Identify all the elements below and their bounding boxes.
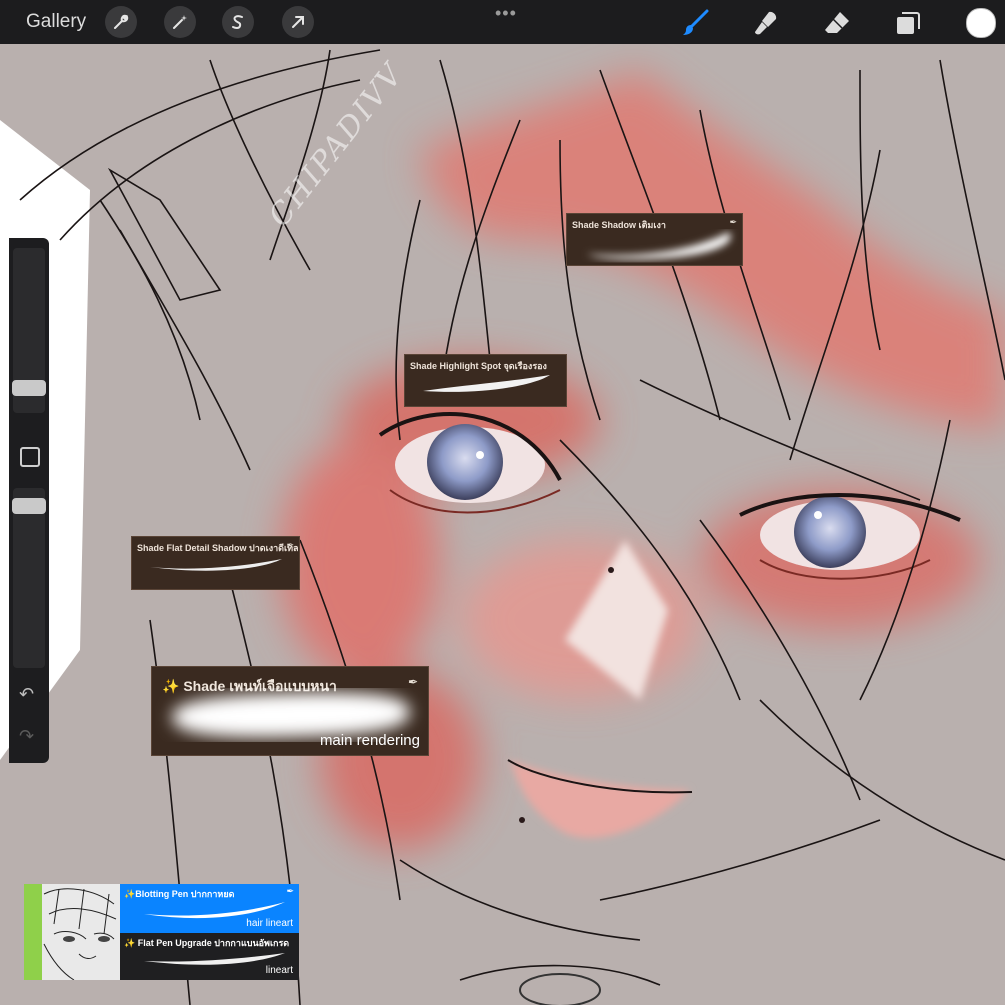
modify-button[interactable]	[20, 447, 40, 467]
brush-icon[interactable]	[678, 6, 712, 40]
magic-wand-icon[interactable]	[164, 6, 196, 38]
brush-card-flat-detail: Shade Flat Detail Shadow ปาดเงาดีเทล ✒	[131, 536, 300, 590]
brush-card-shade-shadow: Shade Shadow เติมเงา ✒	[566, 213, 743, 266]
brush-item-blotting-pen[interactable]: ✨Blotting Pen ปากกาหยด ✒ hair lineart	[120, 884, 299, 933]
mole-cheek	[608, 567, 614, 573]
brush-item-flat-pen[interactable]: ✨ Flat Pen Upgrade ปากกาแบนอัพเกรด linea…	[120, 933, 299, 980]
brush-subtitle: lineart	[265, 965, 293, 976]
selection-icon[interactable]	[222, 6, 254, 38]
redo-icon[interactable]: ↷	[19, 726, 34, 747]
brush-subtitle: main rendering	[319, 732, 420, 749]
color-picker-swatch[interactable]	[966, 8, 996, 38]
reference-thumbnail	[24, 884, 120, 980]
brush-opacity-handle[interactable]	[12, 498, 46, 514]
transform-arrow-icon[interactable]	[282, 6, 314, 38]
brush-stroke-preview	[150, 559, 282, 571]
left-sidebar: ↶ ↷	[9, 238, 49, 763]
brush-panel: ✨Blotting Pen ปากกาหยด ✒ hair lineart ✨ …	[24, 884, 299, 980]
top-toolbar: Gallery •••	[0, 0, 1005, 44]
layers-icon[interactable]	[891, 6, 925, 40]
brush-opacity-slider[interactable]	[13, 488, 45, 668]
brush-size-handle[interactable]	[12, 380, 46, 396]
gallery-button[interactable]: Gallery	[26, 11, 86, 33]
brush-card-main-shade: ✨ Shade เพนท์เจือแบบหนา ✒ main rendering	[151, 666, 429, 756]
brush-subtitle: hair lineart	[246, 918, 293, 929]
more-options-icon[interactable]: •••	[495, 3, 517, 24]
mole-lip	[519, 817, 525, 823]
eraser-icon[interactable]	[820, 6, 854, 40]
smudge-icon[interactable]	[749, 6, 783, 40]
undo-icon[interactable]: ↶	[19, 684, 34, 705]
brush-stroke-preview	[587, 232, 731, 260]
brush-stroke-preview	[423, 375, 550, 392]
wrench-icon[interactable]	[105, 6, 137, 38]
artwork-canvas[interactable]	[0, 0, 1005, 1005]
brush-card-highlight-spot: Shade Highlight Spot จุดเรืองรอง	[404, 354, 567, 407]
